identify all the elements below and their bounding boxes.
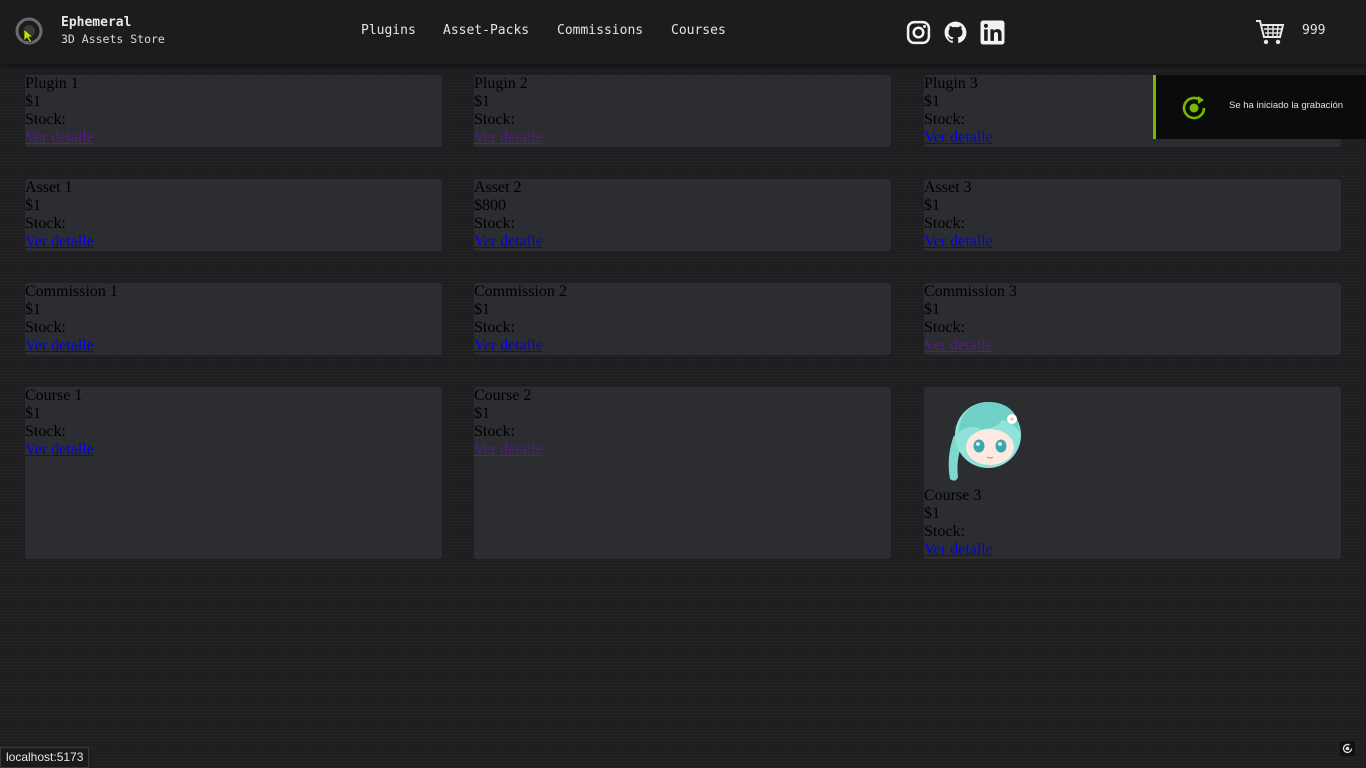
product-price: $1 <box>474 93 490 110</box>
product-card-commission-2: Commission 2 $1 Stock: Ver detalle <box>474 283 891 355</box>
product-stock: Stock: <box>25 111 66 128</box>
product-card-commission-3: Commission 3 $1 Stock: Ver detalle <box>924 283 1341 355</box>
top-navbar: Ephemeral 3D Assets Store Plugins Asset-… <box>0 0 1366 64</box>
product-price: $1 <box>25 93 41 110</box>
product-price: $1 <box>25 301 41 318</box>
view-detail-link[interactable]: Ver detalle <box>924 233 993 250</box>
product-image-chibi[interactable] <box>932 387 1032 487</box>
view-detail-link[interactable]: Ver detalle <box>25 441 94 458</box>
product-price: $1 <box>25 405 41 422</box>
product-price: $1 <box>924 505 940 522</box>
product-stock: Stock: <box>924 215 965 232</box>
product-card-course-2: Course 2 $1 Stock: Ver detalle <box>474 387 891 559</box>
product-card-course-3: Course 3 $1 Stock: Ver detalle <box>924 387 1341 559</box>
product-stock: Stock: <box>474 423 515 440</box>
product-price: $800 <box>474 197 506 214</box>
view-detail-link[interactable]: Ver detalle <box>924 541 993 558</box>
product-stock: Stock: <box>25 423 66 440</box>
nav-asset-packs[interactable]: Asset-Packs <box>443 23 529 38</box>
view-detail-link[interactable]: Ver detalle <box>25 233 94 250</box>
product-price: $1 <box>474 301 490 318</box>
status-bar-url: localhost:5173 <box>0 747 90 768</box>
nav-courses[interactable]: Courses <box>671 23 726 38</box>
product-name: Plugin 1 <box>25 75 79 92</box>
product-name: Asset 3 <box>924 179 972 196</box>
product-card-asset-2: Asset 2 $800 Stock: Ver detalle <box>474 179 891 251</box>
product-card-plugin-1: Plugin 1 $1 Stock: Ver detalle <box>25 75 442 147</box>
product-stock: Stock: <box>924 319 965 336</box>
product-price: $1 <box>924 301 940 318</box>
product-name: Commission 2 <box>474 283 567 300</box>
product-card-asset-1: Asset 1 $1 Stock: Ver detalle <box>25 179 442 251</box>
product-name: Course 2 <box>474 387 532 404</box>
product-price: $1 <box>474 405 490 422</box>
view-detail-link[interactable]: Ver detalle <box>924 129 993 146</box>
product-stock: Stock: <box>474 215 515 232</box>
product-stock: Stock: <box>924 523 965 540</box>
product-stock: Stock: <box>25 319 66 336</box>
nav-commissions[interactable]: Commissions <box>557 23 643 38</box>
view-detail-link[interactable]: Ver detalle <box>25 129 94 146</box>
view-detail-link[interactable]: Ver detalle <box>474 441 543 458</box>
product-card-asset-3: Asset 3 $1 Stock: Ver detalle <box>924 179 1341 251</box>
logo-icon[interactable] <box>15 17 43 45</box>
record-icon <box>1182 96 1206 120</box>
product-name: Course 3 <box>924 487 982 504</box>
product-name: Commission 3 <box>924 283 1017 300</box>
view-detail-link[interactable]: Ver detalle <box>25 337 94 354</box>
linkedin-icon[interactable] <box>980 20 1005 45</box>
recording-toast: Se ha iniciado la grabación <box>1153 75 1366 139</box>
product-stock: Stock: <box>474 319 515 336</box>
product-card-course-1: Course 1 $1 Stock: Ver detalle <box>25 387 442 559</box>
recording-indicator-icon <box>1340 741 1355 756</box>
product-price: $1 <box>25 197 41 214</box>
brand-name[interactable]: Ephemeral <box>61 15 131 30</box>
brand-subtitle: 3D Assets Store <box>61 32 165 46</box>
product-name: Course 1 <box>25 387 83 404</box>
view-detail-link[interactable]: Ver detalle <box>924 337 993 354</box>
product-price: $1 <box>924 197 940 214</box>
shopping-cart-icon[interactable] <box>1255 18 1285 46</box>
product-stock: Stock: <box>25 215 66 232</box>
product-name: Commission 1 <box>25 283 118 300</box>
product-card-commission-1: Commission 1 $1 Stock: Ver detalle <box>25 283 442 355</box>
view-detail-link[interactable]: Ver detalle <box>474 129 543 146</box>
toast-message: Se ha iniciado la grabación <box>1229 100 1344 111</box>
product-name: Asset 2 <box>474 179 522 196</box>
product-card-plugin-2: Plugin 2 $1 Stock: Ver detalle <box>474 75 891 147</box>
github-icon[interactable] <box>943 20 968 45</box>
nav-plugins[interactable]: Plugins <box>361 23 416 38</box>
product-name: Plugin 2 <box>474 75 528 92</box>
view-detail-link[interactable]: Ver detalle <box>474 233 543 250</box>
cart-count[interactable]: 999 <box>1302 23 1325 38</box>
product-stock: Stock: <box>474 111 515 128</box>
view-detail-link[interactable]: Ver detalle <box>474 337 543 354</box>
product-name: Asset 1 <box>25 179 73 196</box>
instagram-icon[interactable] <box>906 20 931 45</box>
